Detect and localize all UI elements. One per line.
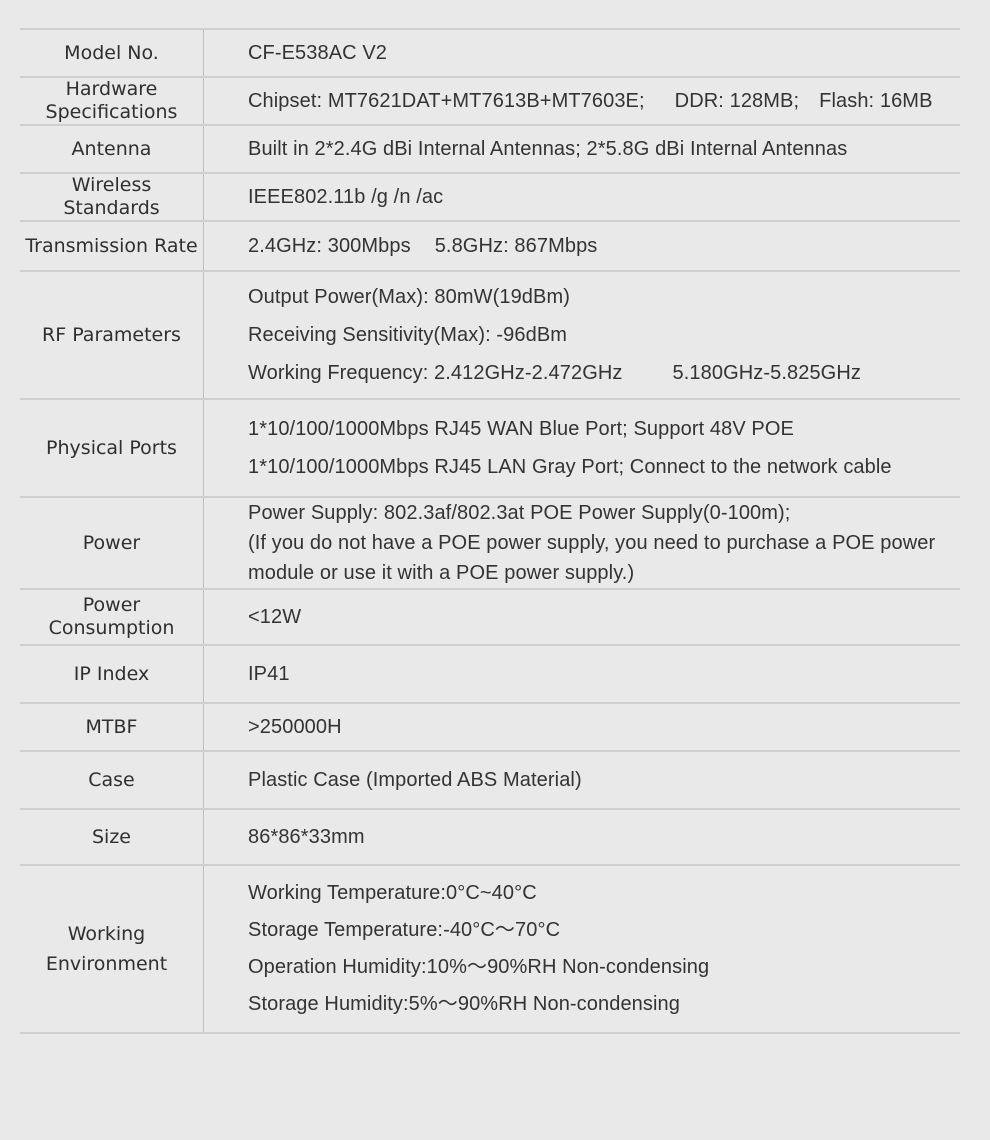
row-label: Model No. (20, 30, 204, 76)
value-line: Storage Humidity:5%～90%RH Non-condensing (248, 993, 680, 1015)
row-hardware-specifications: Hardware Specifications Chipset: MT7621D… (20, 78, 960, 126)
row-mtbf: MTBF >250000H (20, 704, 960, 752)
row-size: Size 86*86*33mm (20, 810, 960, 866)
row-label: IP Index (20, 646, 204, 702)
row-ip-index: IP Index IP41 (20, 646, 960, 704)
row-value: 1*10/100/1000Mbps RJ45 WAN Blue Port; Su… (204, 400, 960, 496)
value-line: <12W (248, 606, 302, 628)
row-model-no: Model No. CF-E538AC V2 (20, 30, 960, 78)
row-value: <12W (204, 590, 960, 644)
row-label: Size (20, 810, 204, 864)
value-line: Receiving Sensitivity(Max): -96dBm (248, 324, 568, 346)
value-flash: Flash: 16MB (819, 90, 933, 112)
row-value: Plastic Case (Imported ABS Material) (204, 752, 960, 808)
row-label: Working Environment (45, 923, 168, 975)
value-line: IEEE802.11b /g /n /ac (248, 186, 444, 208)
row-physical-ports: Physical Ports 1*10/100/1000Mbps RJ45 WA… (20, 400, 960, 498)
value-line: IP41 (248, 663, 290, 685)
value-line: >250000H (248, 716, 342, 738)
value-line: 1*10/100/1000Mbps RJ45 WAN Blue Port; Su… (248, 418, 794, 440)
value-line: 2.4GHz: 300Mbps 5.8GHz: 867Mbps (248, 234, 960, 258)
value-frequency-2-4: Working Frequency: 2.412GHz-2.472GHz (248, 362, 623, 384)
row-transmission-rate: Transmission Rate 2.4GHz: 300Mbps 5.8GHz:… (20, 222, 960, 272)
row-label: Transmission Rate (20, 222, 204, 270)
value-line: Working Temperature:0°C~40°C (248, 882, 537, 904)
row-value: >250000H (204, 704, 960, 750)
value-line: Chipset: MT7621DAT+MT7613B+MT7603E; DDR: … (248, 89, 960, 113)
value-line: Working Frequency: 2.412GHz-2.472GHz 5.18… (248, 354, 960, 392)
row-label-wrap: Working Environment (20, 866, 204, 1032)
row-value: 2.4GHz: 300Mbps 5.8GHz: 867Mbps (204, 222, 960, 270)
row-case: Case Plastic Case (Imported ABS Material… (20, 752, 960, 810)
row-value: Chipset: MT7621DAT+MT7613B+MT7603E; DDR: … (204, 78, 960, 124)
value-line: Storage Temperature:-40°C～70°C (248, 919, 561, 941)
value-frequency-5: 5.180GHz-5.825GHz (672, 362, 861, 384)
row-label: MTBF (20, 704, 204, 750)
value-line: Built in 2*2.4G dBi Internal Antennas; 2… (248, 138, 848, 160)
row-value: Working Temperature:0°C~40°C Storage Tem… (204, 866, 960, 1032)
row-label: Case (20, 752, 204, 808)
row-label: RF Parameters (20, 272, 204, 398)
value-line: CF-E538AC V2 (248, 42, 388, 64)
value-5-8ghz: 5.8GHz: 867Mbps (434, 235, 598, 257)
row-value: 86*86*33mm (204, 810, 960, 864)
row-label-wrap: Wireless Standards (20, 174, 204, 220)
row-label: Hardware Specifications (45, 78, 178, 123)
value-line: Output Power(Max): 80mW(19dBm) (248, 286, 570, 308)
value-line: Power Supply: 802.3af/802.3at POE Power … (248, 502, 791, 524)
row-label-wrap: Hardware Specifications (20, 78, 204, 124)
row-value: CF-E538AC V2 (204, 30, 960, 76)
row-wireless-standards: Wireless Standards IEEE802.11b /g /n /ac (20, 174, 960, 222)
row-antenna: Antenna Built in 2*2.4G dBi Internal Ant… (20, 126, 960, 174)
row-value: Output Power(Max): 80mW(19dBm) Receiving… (204, 272, 960, 398)
row-value: IEEE802.11b /g /n /ac (204, 174, 960, 220)
row-value: IP41 (204, 646, 960, 702)
row-value: Built in 2*2.4G dBi Internal Antennas; 2… (204, 126, 960, 172)
row-label: Power Consumption (48, 594, 175, 639)
row-working-environment: Working Environment Working Temperature:… (20, 866, 960, 1034)
value-line: Plastic Case (Imported ABS Material) (248, 769, 582, 791)
row-label: Power (20, 498, 204, 588)
value-ddr: DDR: 128MB; (674, 90, 800, 112)
row-label: Wireless Standards (63, 174, 160, 219)
value-line: Operation Humidity:10%～90%RH Non-condens… (248, 956, 710, 978)
value-line: (If you do not have a POE power supply, … (248, 532, 936, 584)
value-2-4ghz: 2.4GHz: 300Mbps (248, 235, 411, 257)
row-label: Physical Ports (20, 400, 204, 496)
value-line: 86*86*33mm (248, 826, 365, 848)
row-power: Power Power Supply: 802.3af/802.3at POE … (20, 498, 960, 590)
row-power-consumption: Power Consumption <12W (20, 590, 960, 646)
row-label: Antenna (20, 126, 204, 172)
spec-table: Model No. CF-E538AC V2 Hardware Specific… (20, 28, 960, 1034)
row-label-wrap: Power Consumption (20, 590, 204, 644)
value-line: 1*10/100/1000Mbps RJ45 LAN Gray Port; Co… (248, 456, 892, 478)
row-value: Power Supply: 802.3af/802.3at POE Power … (204, 498, 960, 588)
value-chipset: Chipset: MT7621DAT+MT7613B+MT7603E; (248, 90, 645, 112)
row-rf-parameters: RF Parameters Output Power(Max): 80mW(19… (20, 272, 960, 400)
